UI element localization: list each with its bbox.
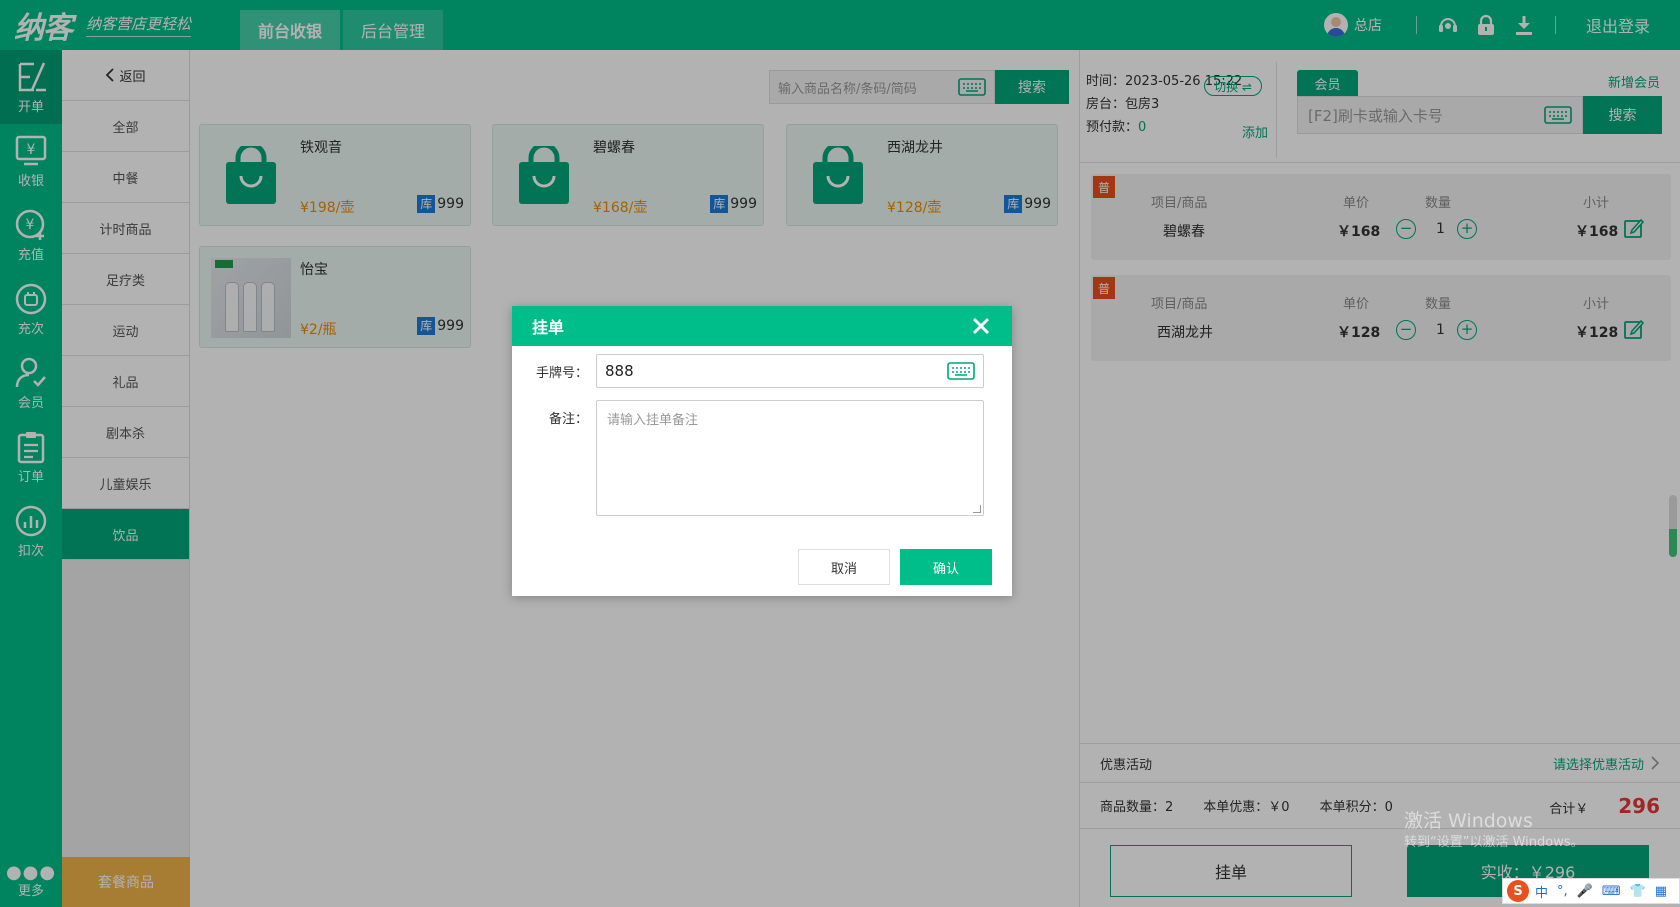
microphone-icon[interactable]: 🎤 xyxy=(1577,884,1593,899)
keyboard-icon[interactable]: ⌨ xyxy=(1602,884,1621,899)
confirm-button[interactable]: 确认 xyxy=(900,549,992,585)
note-label: 备注： xyxy=(548,412,588,427)
hang-order-dialog: 挂单 手牌号： 888 备注： 请输入挂单备注 取消 确认 xyxy=(512,306,1012,596)
note-textarea[interactable]: 请输入挂单备注 xyxy=(596,400,984,516)
keyboard-icon[interactable] xyxy=(947,362,975,380)
resize-handle-icon[interactable] xyxy=(973,505,981,513)
skin-icon[interactable]: 👕 xyxy=(1630,884,1646,899)
ime-mode[interactable]: 中 xyxy=(1535,882,1548,901)
sogou-icon: S xyxy=(1507,880,1529,902)
close-icon[interactable] xyxy=(970,315,992,337)
tag-number-label: 手牌号： xyxy=(535,365,588,381)
tag-number-input[interactable]: 888 xyxy=(596,354,984,388)
ime-toolbar[interactable]: S 中 °, 🎤 ⌨ 👕 ▦ xyxy=(1502,878,1680,904)
cancel-button[interactable]: 取消 xyxy=(798,549,890,585)
punctuation-icon[interactable]: °, xyxy=(1557,884,1568,899)
dialog-header: 挂单 xyxy=(512,306,1012,346)
dialog-title: 挂单 xyxy=(532,318,565,337)
apps-icon[interactable]: ▦ xyxy=(1655,884,1667,899)
windows-activation-watermark: 激活 Windows 转到“设置”以激活 Windows。 xyxy=(1404,810,1584,850)
